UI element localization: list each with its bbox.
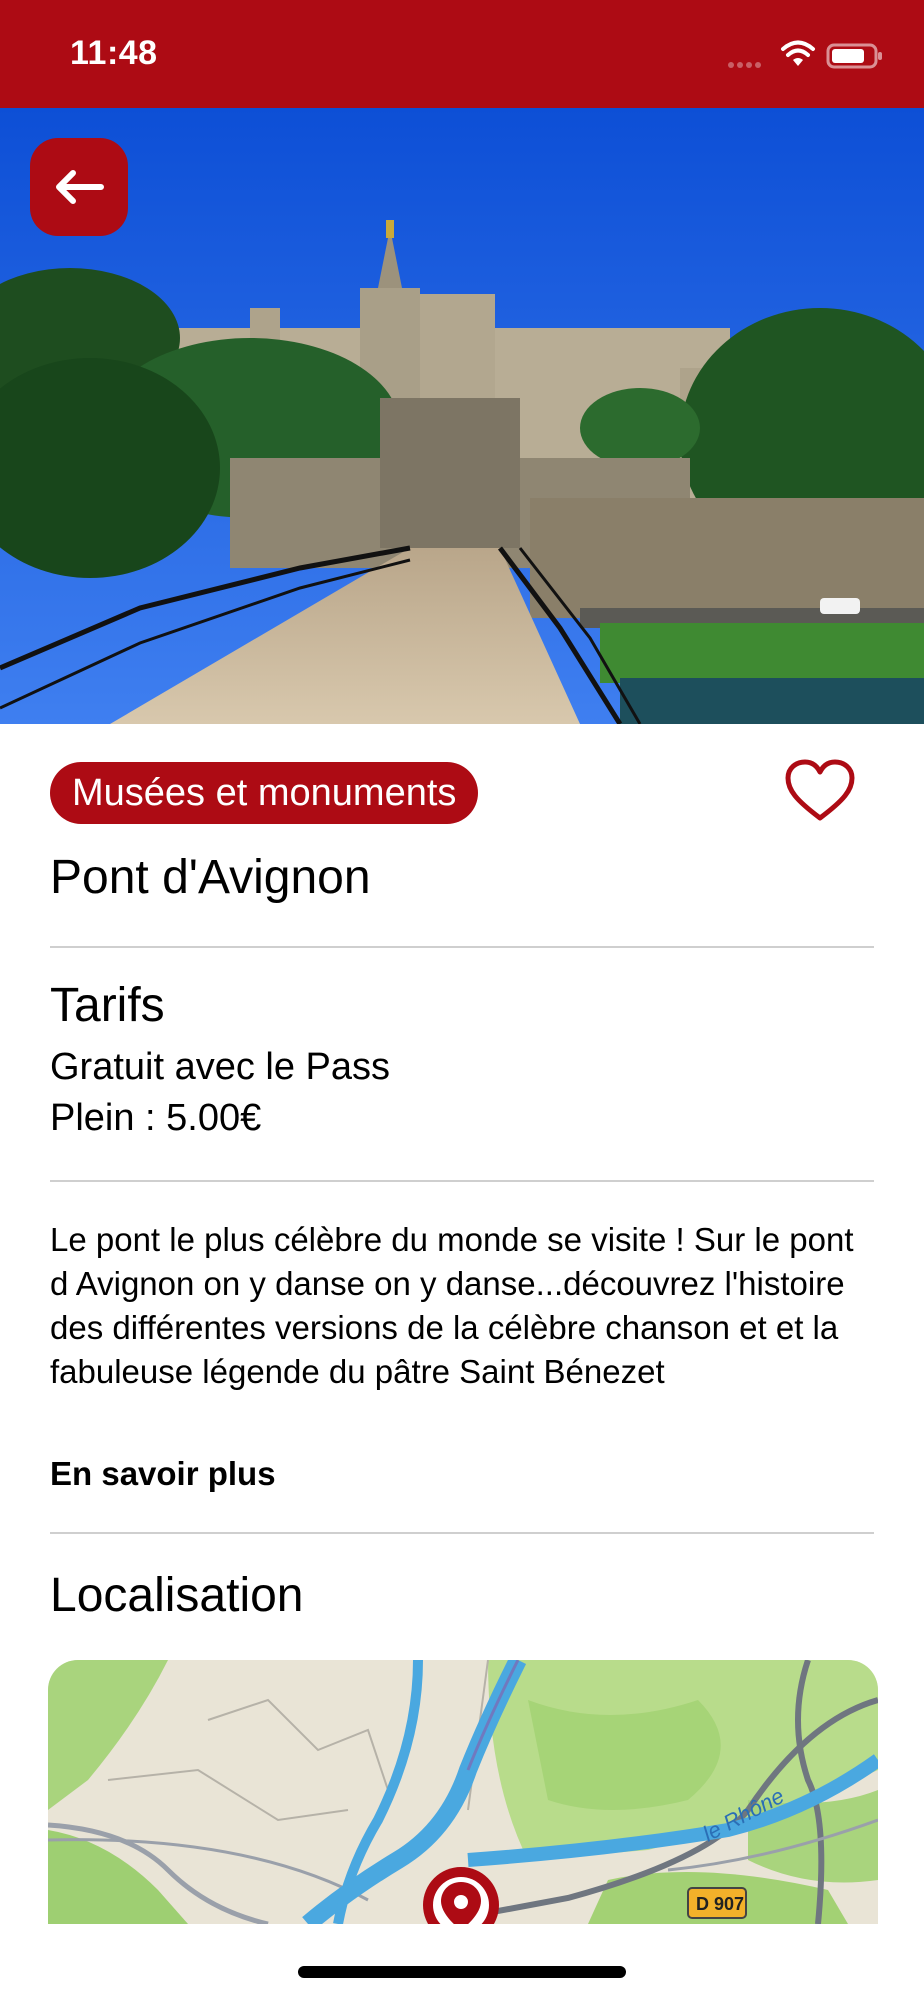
tarif-pass: Gratuit avec le Pass (50, 1046, 391, 1088)
divider (50, 1180, 874, 1182)
divider (50, 1532, 874, 1534)
back-button[interactable] (30, 138, 128, 236)
location-title: Localisation (50, 1569, 304, 1622)
heart-outline-icon[interactable] (784, 758, 856, 824)
more-info-link[interactable]: En savoir plus (50, 1455, 276, 1493)
arrow-left-icon (56, 170, 104, 204)
location-map[interactable]: le Rhône D 907 (48, 1660, 878, 1924)
hero-image (0, 108, 924, 724)
status-time: 11:48 (70, 34, 158, 72)
home-indicator[interactable] (298, 1966, 626, 1978)
signal-dots-icon (728, 55, 768, 68)
place-title: Pont d'Avignon (50, 851, 371, 904)
map-road-label: D 907 (696, 1894, 744, 1914)
status-bar: 11:48 (0, 0, 924, 108)
tarifs-title: Tarifs (50, 979, 165, 1032)
divider (50, 946, 874, 948)
battery-icon (826, 43, 882, 69)
tarif-full-price: Plein : 5.00€ (50, 1097, 262, 1139)
description-text: Le pont le plus célèbre du monde se visi… (50, 1221, 854, 1390)
category-badge: Musées et monuments (50, 762, 479, 824)
wifi-icon (781, 40, 815, 66)
